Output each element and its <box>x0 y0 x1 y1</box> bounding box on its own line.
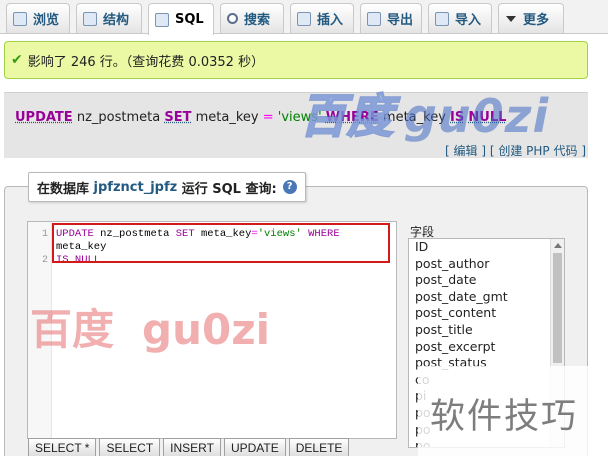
sql-column: meta_key <box>382 110 446 125</box>
checkmark-icon: ✔ <box>11 52 23 68</box>
field-item[interactable]: post_author <box>409 256 564 273</box>
tab-structure-label: 结构 <box>103 13 130 28</box>
executed-query: UPDATE nz_postmeta SET meta_key = 'views… <box>4 92 588 142</box>
tab-insert-label: 插入 <box>317 13 344 28</box>
field-item[interactable]: po <box>409 438 564 447</box>
code-string: 'views' <box>257 228 302 240</box>
query-button-row: SELECT * SELECT INSERT UPDATE DELETE <box>28 438 352 456</box>
sql-keyword[interactable]: NULL <box>468 110 506 125</box>
code-table: nz_postmeta <box>100 228 170 240</box>
sql-operator: = <box>262 110 274 125</box>
field-item[interactable]: post_excerpt <box>409 339 564 356</box>
field-item[interactable]: ID <box>409 239 564 256</box>
code-column: meta_key <box>200 228 252 240</box>
fields-list[interactable]: ID post_author post_date post_date_gmt p… <box>408 238 565 448</box>
tab-import[interactable]: 导入 <box>428 3 492 33</box>
field-item[interactable]: post_date_gmt <box>409 289 564 306</box>
sql-string: 'views' <box>277 110 322 125</box>
success-message: ✔ 影响了 246 行。（查询花费 0.0352 秒） <box>4 41 588 79</box>
field-item[interactable]: pi <box>409 388 564 405</box>
update-button[interactable]: UPDATE <box>223 438 286 456</box>
tab-export-label: 导出 <box>387 13 414 28</box>
tab-more-label: 更多 <box>523 13 550 28</box>
query-links: [ 编辑 ] [ 创建 PHP 代码 ] <box>4 142 588 158</box>
create-php-link[interactable]: 创建 PHP 代码 <box>498 144 577 158</box>
legend-prefix: 在数据库 <box>37 181 90 197</box>
tab-more[interactable]: 更多 <box>498 3 564 33</box>
tab-sql-label: SQL <box>175 12 204 27</box>
tab-browse-label: 浏览 <box>33 13 60 28</box>
import-icon <box>435 11 449 26</box>
scroll-up-icon[interactable] <box>554 243 562 248</box>
field-item[interactable]: post_content <box>409 305 564 322</box>
structure-icon <box>83 11 97 26</box>
code-column: meta_key <box>56 241 107 253</box>
insert-icon <box>297 11 311 26</box>
sql-keyword[interactable]: UPDATE <box>15 110 73 125</box>
select-button[interactable]: SELECT <box>99 438 161 456</box>
code-keyword: WHERE <box>308 228 340 240</box>
help-icon[interactable]: ? <box>282 180 297 194</box>
sql-keyword[interactable]: IS <box>450 110 464 125</box>
sql-keyword[interactable]: WHERE <box>326 110 379 125</box>
sql-table: nz_postmeta <box>76 110 161 125</box>
panel-legend: 在数据库 jpfznct_jpfz 运行 SQL 查询: ? <box>28 172 306 202</box>
field-item[interactable]: post_date <box>409 272 564 289</box>
sql-code[interactable]: UPDATE nz_postmeta SET meta_key='views' … <box>56 228 392 267</box>
tab-bar: 浏览 结构 SQL 搜索 插入 导出 导入 更多 <box>0 0 608 35</box>
edit-link[interactable]: 编辑 <box>454 144 478 158</box>
field-item[interactable]: post_status <box>409 355 564 372</box>
tab-sql[interactable]: SQL <box>148 3 214 35</box>
tab-export[interactable]: 导出 <box>360 3 422 33</box>
tab-insert[interactable]: 插入 <box>290 3 354 33</box>
tab-search[interactable]: 搜索 <box>220 3 284 33</box>
sql-editor[interactable]: 1 2 UPDATE nz_postmeta SET meta_key='vie… <box>27 221 397 439</box>
select-all-button[interactable]: SELECT * <box>28 438 97 456</box>
tab-browse[interactable]: 浏览 <box>6 3 70 33</box>
success-text: 影响了 246 行。（查询花费 0.0352 秒） <box>27 54 265 70</box>
tab-structure[interactable]: 结构 <box>76 3 142 33</box>
export-icon <box>367 11 381 26</box>
sql-icon <box>155 12 169 27</box>
field-item[interactable]: post_title <box>409 322 564 339</box>
scroll-thumb[interactable] <box>553 253 562 363</box>
sql-column: meta_key <box>195 110 259 125</box>
tab-import-label: 导入 <box>455 13 482 28</box>
line-number: 1 <box>41 229 48 240</box>
field-item[interactable]: co <box>409 372 564 389</box>
chevron-down-icon <box>505 13 517 25</box>
legend-suffix: 运行 SQL 查询: <box>181 181 277 197</box>
code-keyword: SET <box>175 228 195 240</box>
insert-button[interactable]: INSERT <box>163 438 221 456</box>
sql-keyword[interactable]: SET <box>164 110 191 125</box>
delete-button[interactable]: DELETE <box>288 438 350 456</box>
code-keyword: UPDATE <box>56 228 94 240</box>
fields-scrollbar[interactable] <box>550 239 564 447</box>
field-item[interactable]: po <box>409 405 564 422</box>
line-number: 2 <box>41 255 48 266</box>
line-numbers: 1 2 <box>28 222 52 438</box>
browse-icon <box>13 11 27 26</box>
search-icon <box>227 13 238 24</box>
database-name: jpfznct_jpfz <box>93 179 178 195</box>
code-keyword: NULL <box>74 254 101 266</box>
code-keyword: IS <box>56 254 69 266</box>
field-item[interactable]: po <box>409 422 564 439</box>
tab-search-label: 搜索 <box>244 13 271 28</box>
